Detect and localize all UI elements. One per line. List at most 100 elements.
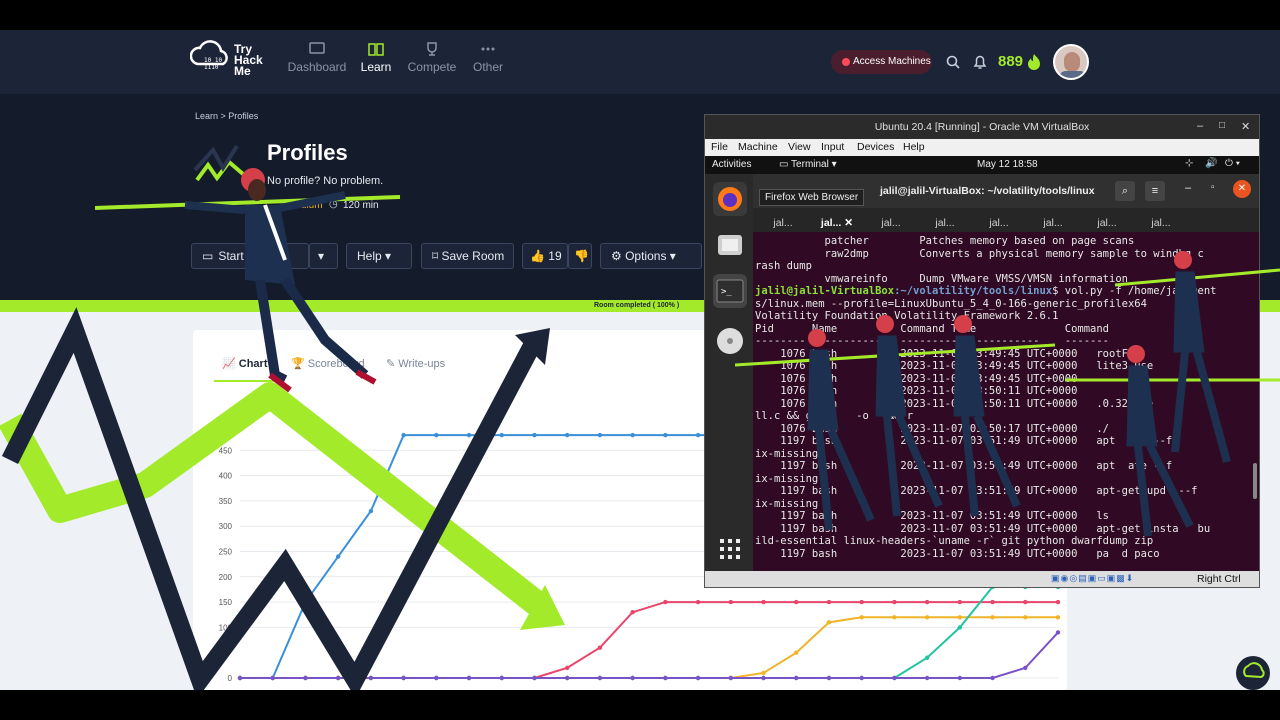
- data-point[interactable]: [859, 675, 864, 681]
- data-point[interactable]: [957, 615, 963, 620]
- tooltip: Firefox Web Browser: [759, 189, 865, 206]
- data-point[interactable]: [1023, 599, 1028, 605]
- data-point[interactable]: [859, 599, 864, 605]
- tryhackme-logo[interactable]: 10 10 1110 Try Hack Me: [189, 38, 265, 84]
- close-icon[interactable]: ✕: [1233, 180, 1251, 198]
- gear-icon: ⚙: [611, 249, 626, 263]
- avatar[interactable]: [1053, 44, 1089, 80]
- chat-button[interactable]: [1236, 656, 1270, 690]
- firefox-icon[interactable]: [713, 182, 747, 216]
- top-nav: 10 10 1110 Try Hack Me Dashboard Learn Co…: [0, 30, 1280, 94]
- data-point[interactable]: [924, 675, 930, 681]
- data-point[interactable]: [924, 615, 930, 620]
- points-count: 889: [998, 53, 1024, 70]
- options-button[interactable]: ⚙ Options ▾: [600, 243, 702, 269]
- data-point[interactable]: [892, 599, 897, 605]
- minimize-icon[interactable]: –: [1185, 182, 1191, 194]
- data-point[interactable]: [728, 675, 733, 681]
- nav-label: Dashboard: [287, 60, 347, 74]
- data-point[interactable]: [924, 599, 930, 605]
- data-point[interactable]: [826, 599, 832, 605]
- device-status-icons[interactable]: ▣◉◎▤▣▭▣▩⬇: [1051, 573, 1134, 584]
- data-point[interactable]: [761, 675, 766, 681]
- flame-icon: [1028, 54, 1040, 70]
- breadcrumb[interactable]: Learn > Profiles: [195, 111, 258, 121]
- svg-text:1110: 1110: [204, 64, 219, 71]
- bell-icon[interactable]: [973, 54, 987, 70]
- data-point[interactable]: [957, 675, 963, 681]
- power-icon[interactable]: ⏻ ▾: [1225, 158, 1240, 169]
- terminal-line: patcher Patches memory based on page sca…: [755, 235, 1135, 247]
- menu-input[interactable]: Input: [821, 141, 844, 153]
- terminal-tab[interactable]: jal...: [1081, 217, 1133, 229]
- menu-devices[interactable]: Devices: [857, 141, 894, 153]
- chevron-down-icon: ▾: [669, 249, 676, 263]
- data-point[interactable]: [924, 655, 930, 660]
- maximize-icon[interactable]: □: [1219, 120, 1225, 131]
- data-point[interactable]: [761, 599, 766, 605]
- terminal-title: jalil@jalil-VirtualBox: ~/volatility/too…: [880, 185, 1095, 197]
- hamburger-menu-icon[interactable]: ≡: [1145, 181, 1165, 201]
- data-point[interactable]: [990, 599, 995, 605]
- data-point[interactable]: [1023, 615, 1028, 620]
- data-point[interactable]: [990, 675, 995, 681]
- chat-icon: [1243, 662, 1265, 679]
- terminal-tab[interactable]: jal...: [1135, 217, 1187, 229]
- terminal-tab[interactable]: jal...: [757, 217, 809, 229]
- bookmark-icon: ⌑: [432, 249, 442, 263]
- menu-view[interactable]: View: [788, 141, 811, 153]
- gnome-top-bar: Activities ▭ Terminal ▾ May 12 18:58 ⊹ 🔊…: [705, 156, 1259, 174]
- nav-other[interactable]: Other: [453, 42, 523, 74]
- screen: 10 10 1110 Try Hack Me Dashboard Learn Co…: [0, 0, 1280, 720]
- data-point[interactable]: [1023, 665, 1028, 671]
- thumbs-down-icon: 👎: [574, 249, 589, 263]
- search-icon[interactable]: ⌕: [1115, 181, 1135, 201]
- activities-button[interactable]: Activities: [712, 159, 751, 170]
- thumbs-up-icon: 👍: [530, 249, 549, 263]
- minimize-icon[interactable]: –: [1197, 120, 1203, 132]
- host-key-label: Right Ctrl: [1197, 573, 1241, 585]
- data-point[interactable]: [761, 670, 766, 676]
- data-point[interactable]: [1055, 630, 1061, 635]
- data-point[interactable]: [794, 675, 799, 681]
- data-point[interactable]: [794, 599, 799, 605]
- network-icon[interactable]: ⊹: [1185, 158, 1193, 169]
- dislike-button[interactable]: 👎: [568, 243, 592, 269]
- terminal-tab[interactable]: jal...: [973, 217, 1025, 229]
- menu-machine[interactable]: Machine: [738, 141, 778, 153]
- data-point[interactable]: [1055, 599, 1061, 605]
- nav-label: Learn: [360, 60, 392, 74]
- like-button[interactable]: 👍 19: [522, 243, 568, 269]
- nav-label: Other: [472, 60, 503, 74]
- vm-title: Ubuntu 20.4 [Running] - Oracle VM Virtua…: [874, 121, 1090, 133]
- menu-file[interactable]: File: [711, 141, 728, 153]
- menu-help[interactable]: Help: [903, 141, 925, 153]
- data-point[interactable]: [859, 615, 864, 620]
- vm-status-bar: ▣◉◎▤▣▭▣▩⬇ Right Ctrl: [705, 571, 1259, 587]
- terminal-tab[interactable]: jal...: [919, 217, 971, 229]
- restore-icon[interactable]: ▫: [1211, 182, 1215, 193]
- svg-text:10 10: 10 10: [204, 57, 222, 64]
- search-icon[interactable]: [946, 55, 960, 69]
- nav-label: Compete: [407, 60, 457, 74]
- data-point[interactable]: [826, 675, 832, 681]
- data-point[interactable]: [957, 599, 963, 605]
- close-icon[interactable]: ✕: [1241, 120, 1250, 133]
- volume-icon[interactable]: 🔊: [1205, 158, 1217, 169]
- data-point[interactable]: [794, 650, 799, 655]
- access-machines-button[interactable]: Access Machines: [831, 50, 932, 74]
- terminal-tab[interactable]: jal...: [1027, 217, 1079, 229]
- data-point[interactable]: [728, 599, 733, 605]
- data-point[interactable]: [826, 620, 832, 625]
- data-point[interactable]: [957, 625, 963, 630]
- data-point[interactable]: [1055, 615, 1061, 620]
- data-point[interactable]: [990, 615, 995, 620]
- dots-icon: [481, 47, 495, 51]
- data-point[interactable]: [892, 615, 897, 620]
- clock[interactable]: May 12 18:58: [977, 159, 1038, 170]
- terminal-tab[interactable]: jal... ✕: [811, 217, 863, 229]
- save-room-button[interactable]: ⌑ Save Room: [421, 243, 514, 269]
- data-point[interactable]: [892, 675, 897, 681]
- terminal-app-menu[interactable]: ▭ Terminal ▾: [779, 159, 837, 170]
- terminal-tab[interactable]: jal...: [865, 217, 917, 229]
